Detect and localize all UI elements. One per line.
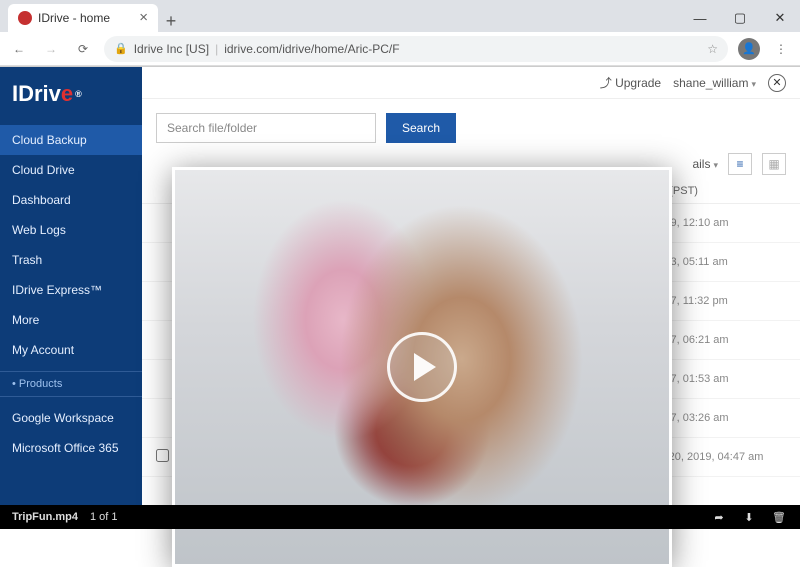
search-input[interactable]: Search file/folder [156,113,376,143]
sidebar-item-my-account[interactable]: My Account [0,335,142,365]
sidebar-item-google-workspace[interactable]: Google Workspace [0,403,142,433]
browser-chrome: IDrive - home × + — ▢ ✕ ← → ⟳ 🔒 Idrive I… [0,0,800,67]
forward-button[interactable]: → [40,38,62,60]
row-checkbox[interactable] [156,449,169,462]
download-icon[interactable]: ⬇ [740,511,758,524]
minimize-button[interactable]: — [680,4,720,32]
profile-avatar-icon[interactable]: 👤 [738,38,760,60]
sidebar-item-idrive-express[interactable]: IDrive Express™ [0,275,142,305]
tab-bar: IDrive - home × + — ▢ ✕ [0,0,800,32]
upgrade-link[interactable]: ⤴ Upgrade [600,74,661,91]
play-button-icon[interactable] [387,332,457,402]
bookmark-icon[interactable]: ☆ [707,42,718,56]
url-org: Idrive Inc [US] [134,42,209,56]
window-controls: — ▢ ✕ [680,4,800,32]
top-strip: ⤴ Upgrade shane_william ✕ [142,67,800,99]
sidebar-item-microsoft-365[interactable]: Microsoft Office 365 [0,433,142,463]
search-row: Search file/folder Search [142,99,800,149]
delete-icon[interactable]: 🗑 [770,511,788,524]
url-path: idrive.com/idrive/home/Aric-PC/F [224,42,399,56]
sidebar-item-cloud-drive[interactable]: Cloud Drive [0,155,142,185]
brand-pre: IDriv [12,81,61,107]
close-window-button[interactable]: ✕ [760,4,800,32]
lightbox-counter: 1 of 1 [90,511,118,523]
grid-view-icon[interactable]: ▦ [762,153,786,175]
list-view-icon[interactable]: ≡ [728,153,752,175]
url-field[interactable]: 🔒 Idrive Inc [US] | idrive.com/idrive/ho… [104,36,728,62]
back-button[interactable]: ← [8,38,30,60]
sidebar: IDrive® Cloud Backup Cloud Drive Dashboa… [0,67,142,529]
brand-e: e [61,81,73,107]
address-bar: ← → ⟳ 🔒 Idrive Inc [US] | idrive.com/idr… [0,32,800,66]
reload-button[interactable]: ⟳ [72,38,94,60]
username-menu[interactable]: shane_william [673,76,756,90]
browser-tab[interactable]: IDrive - home × [8,4,158,32]
lightbox-filename: TripFun.mp4 [12,511,78,523]
tab-title: IDrive - home [38,11,110,25]
sidebar-item-trash[interactable]: Trash [0,245,142,275]
app-shell: IDrive® Cloud Backup Cloud Drive Dashboa… [0,67,800,529]
brand-reg: ® [75,89,82,99]
details-dropdown[interactable]: ails [692,157,718,171]
sidebar-item-web-logs[interactable]: Web Logs [0,215,142,245]
sidebar-products-heading: Products [0,371,142,397]
lightbox-bar: TripFun.mp4 1 of 1 ➦ ⬇ 🗑 [0,505,800,529]
brand-logo: IDrive® [0,67,142,125]
sidebar-item-cloud-backup[interactable]: Cloud Backup [0,125,142,155]
maximize-button[interactable]: ▢ [720,4,760,32]
new-tab-button[interactable]: + [158,11,184,32]
sidebar-item-more[interactable]: More [0,305,142,335]
share-icon[interactable]: ➦ [710,511,728,524]
close-panel-icon[interactable]: ✕ [768,74,786,92]
menu-icon[interactable]: ⋮ [770,38,792,60]
lock-icon: 🔒 [114,42,128,55]
search-button[interactable]: Search [386,113,456,143]
favicon-icon [18,11,32,25]
sidebar-item-dashboard[interactable]: Dashboard [0,185,142,215]
